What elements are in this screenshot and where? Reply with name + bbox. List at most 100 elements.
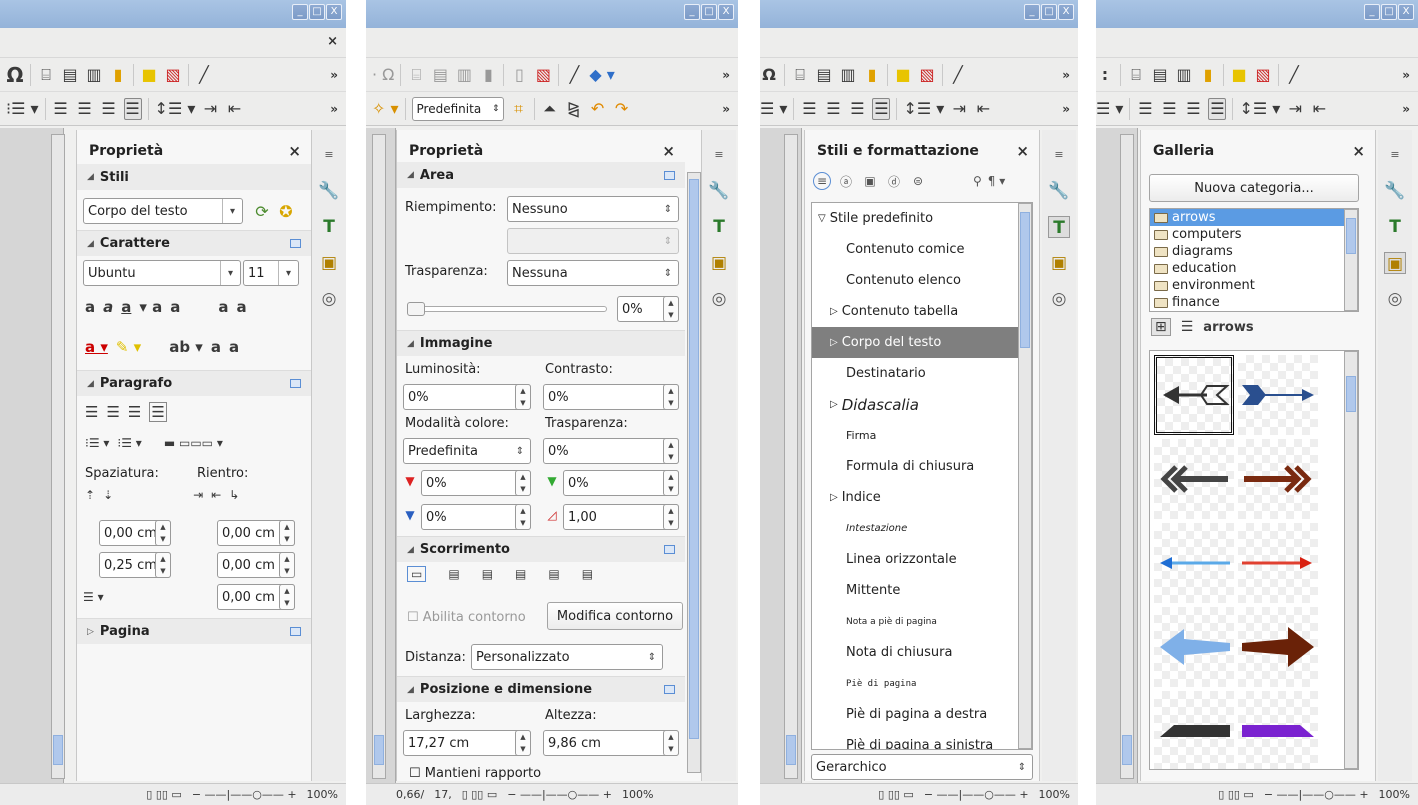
section-wrap[interactable]: ◢ Scorrimento: [397, 536, 685, 562]
wrap-right-icon[interactable]: ▤: [548, 567, 559, 581]
track-changes-icon[interactable]: ▧: [1254, 64, 1272, 86]
bold-icon[interactable]: a: [85, 298, 95, 316]
track-changes-icon[interactable]: ▧: [534, 64, 552, 86]
spin-arrows-icon[interactable]: ▲ ▼: [515, 504, 531, 530]
category-item[interactable]: computers: [1150, 226, 1344, 243]
field-icon[interactable]: ⌸: [1127, 64, 1145, 86]
bookmark-icon[interactable]: ▮: [109, 64, 127, 86]
minimize-button[interactable]: _: [1024, 4, 1040, 20]
increase-indent-icon[interactable]: ⇥: [950, 98, 968, 120]
expander-open-icon[interactable]: ▽: [818, 213, 826, 224]
close-deck-button[interactable]: ×: [662, 142, 675, 160]
numbering-icon[interactable]: ☰ ▾: [760, 98, 787, 120]
gamma-field[interactable]: 1,00 ▲ ▼: [563, 504, 679, 530]
scrollbar-thumb[interactable]: [786, 735, 796, 765]
italic-icon[interactable]: a: [103, 298, 113, 316]
line-spacing-icon[interactable]: ↕☰ ▾: [903, 98, 944, 120]
endnote-icon[interactable]: ▥: [839, 64, 857, 86]
field-icon[interactable]: ⌸: [407, 64, 425, 86]
expander-closed-icon[interactable]: ▷: [830, 306, 838, 317]
style-list-item[interactable]: Firma: [812, 420, 1018, 451]
scrollbar-thumb[interactable]: [53, 735, 63, 765]
wrap-through-icon[interactable]: ▤: [582, 567, 593, 581]
navigator-compass-icon[interactable]: ◎: [1048, 288, 1070, 310]
align-right-icon[interactable]: ☰: [1184, 98, 1202, 120]
zoom-slider[interactable]: − ——|——○—— +: [924, 788, 1029, 801]
gallery-item[interactable]: [1154, 691, 1234, 769]
update-style-icon[interactable]: ⟳: [253, 200, 271, 222]
align-center-icon[interactable]: ☰: [1160, 98, 1178, 120]
justify-icon[interactable]: ☰: [1208, 97, 1227, 120]
style-list-item[interactable]: Linea orizzontale: [812, 544, 1018, 575]
new-style-icon[interactable]: ✪: [277, 200, 295, 222]
close-deck-button[interactable]: ×: [1352, 142, 1365, 160]
endnote-icon[interactable]: ▥: [1175, 64, 1193, 86]
styles-list-scrollbar[interactable]: [1018, 203, 1032, 749]
style-list-item[interactable]: Formula di chiusura: [812, 451, 1018, 482]
transparency-select[interactable]: Nessuna ⇕: [507, 260, 679, 286]
gallery-item[interactable]: [1238, 523, 1318, 603]
spin-arrows-icon[interactable]: ▲ ▼: [663, 438, 679, 464]
char-spacing-icon[interactable]: ab ▾: [169, 338, 203, 356]
category-item[interactable]: education: [1150, 260, 1344, 277]
gallery-item[interactable]: [1154, 607, 1234, 687]
styles-icon[interactable]: T: [1384, 216, 1406, 238]
properties-wrench-icon[interactable]: 🔧: [318, 180, 340, 202]
frame-styles-icon[interactable]: ▣: [861, 174, 879, 188]
comment-icon[interactable]: ▯: [510, 64, 528, 86]
align-center-icon[interactable]: ☰: [76, 98, 94, 120]
toolbar-overflow-button[interactable]: »: [1062, 68, 1070, 82]
wrap-optimal-icon[interactable]: ▤: [482, 567, 493, 581]
minimize-button[interactable]: _: [684, 4, 700, 20]
align-left-icon[interactable]: ☰: [52, 98, 70, 120]
spin-arrows-icon[interactable]: ▲ ▼: [663, 504, 679, 530]
styles-icon[interactable]: T: [708, 216, 730, 238]
new-category-button[interactable]: Nuova categoria...: [1149, 174, 1359, 202]
line-spacing-icon[interactable]: ↕☰ ▾: [155, 98, 196, 120]
scrollbar-thumb[interactable]: [1346, 376, 1356, 412]
gallery-item[interactable]: [1238, 439, 1318, 519]
font-size-select[interactable]: 11 ▾: [243, 260, 299, 286]
style-list-item[interactable]: ▽ Stile predefinito: [812, 203, 1018, 234]
fill-format-icon[interactable]: ⚲: [973, 174, 982, 188]
style-list-item[interactable]: Contenuto comice: [812, 234, 1018, 265]
view-layout-icons[interactable]: ▯ ▯▯ ▭: [1218, 788, 1254, 801]
special-character-icon[interactable]: :: [1096, 64, 1114, 86]
more-options-icon[interactable]: [290, 239, 301, 248]
spacing-select[interactable]: Personalizzato ⇕: [471, 644, 663, 670]
subscript-icon[interactable]: a: [237, 298, 247, 316]
justify-icon[interactable]: ☰: [123, 97, 142, 120]
shrink-font-icon[interactable]: a: [229, 338, 239, 356]
decrease-spacing-icon[interactable]: ⇣: [103, 488, 113, 502]
scrollbar-thumb[interactable]: [1346, 218, 1356, 254]
increase-indent-icon[interactable]: ⇥: [193, 488, 203, 502]
track-changes-icon[interactable]: ▧: [918, 64, 936, 86]
bookmark-icon[interactable]: ▮: [479, 64, 497, 86]
justify-icon[interactable]: ☰: [149, 402, 167, 422]
gallery-item[interactable]: [1154, 355, 1234, 435]
footnote-icon[interactable]: ▤: [61, 64, 79, 86]
align-center-icon[interactable]: ☰: [824, 98, 842, 120]
maximize-button[interactable]: □: [309, 4, 325, 20]
zoom-slider[interactable]: − ——|——○—— +: [507, 788, 612, 801]
spin-arrows-icon[interactable]: ▲ ▼: [663, 384, 679, 410]
endnote-icon[interactable]: ▥: [85, 64, 103, 86]
grow-font-icon[interactable]: a: [211, 338, 221, 356]
zoom-level[interactable]: 100%: [307, 788, 338, 801]
rotate-left-icon[interactable]: ↶: [589, 98, 607, 120]
color-mode-select[interactable]: Predefinita ⇕: [403, 438, 531, 464]
shadow-icon[interactable]: a: [170, 298, 180, 316]
document-scrollbar[interactable]: [784, 134, 798, 779]
line-icon[interactable]: ╱: [949, 64, 967, 86]
font-name-select[interactable]: Ubuntu ▾: [83, 260, 241, 286]
width-field[interactable]: 17,27 cm ▲ ▼: [403, 730, 531, 756]
close-deck-button[interactable]: ×: [1016, 142, 1029, 160]
expander-closed-icon[interactable]: ▷: [830, 399, 838, 410]
navigator-compass-icon[interactable]: ◎: [318, 288, 340, 310]
line-icon[interactable]: ╱: [565, 64, 583, 86]
more-options-icon[interactable]: [664, 545, 675, 554]
contrast-field[interactable]: 0% ▲ ▼: [543, 384, 679, 410]
gallery-item[interactable]: [1238, 691, 1318, 769]
green-field[interactable]: 0% ▲ ▼: [563, 470, 679, 496]
sidebar-menu-icon[interactable]: ≡: [1384, 144, 1406, 166]
